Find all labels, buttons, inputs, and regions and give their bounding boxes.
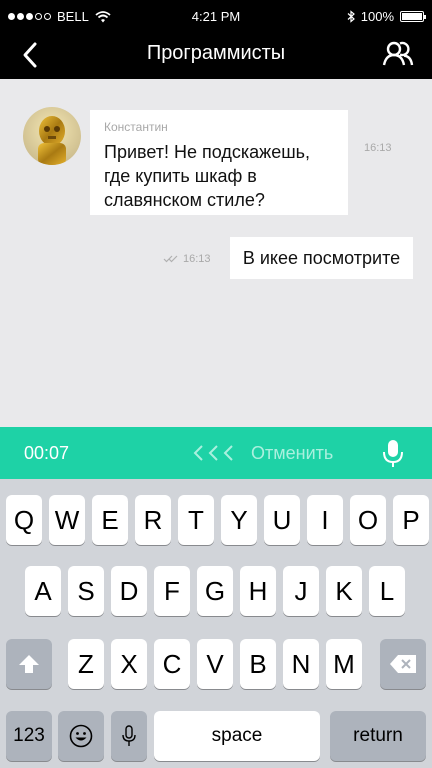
key-n[interactable]: N <box>283 639 319 689</box>
key-h[interactable]: H <box>240 566 276 616</box>
battery-percentage: 100% <box>360 9 394 24</box>
key-d[interactable]: D <box>111 566 147 616</box>
recording-timer: 00:07 <box>24 443 70 463</box>
key-o[interactable]: O <box>350 495 386 545</box>
microphone-icon[interactable] <box>382 439 404 469</box>
shift-key[interactable] <box>6 639 52 689</box>
backspace-key[interactable] <box>380 639 426 689</box>
voice-recorder-bar: 00:07 Отменить <box>0 427 432 479</box>
backspace-icon <box>390 655 416 673</box>
key-v[interactable]: V <box>197 639 233 689</box>
battery-icon <box>400 11 426 22</box>
emoji-key[interactable] <box>58 711 104 761</box>
key-r[interactable]: R <box>135 495 171 545</box>
outgoing-message-meta: 16:13 <box>163 253 211 265</box>
page-title: Программисты <box>146 42 286 64</box>
nav-bar: Программисты <box>0 32 432 79</box>
key-m[interactable]: M <box>326 639 362 689</box>
key-y[interactable]: Y <box>221 495 257 545</box>
group-members-button[interactable] <box>382 38 414 70</box>
key-k[interactable]: K <box>326 566 362 616</box>
key-c[interactable]: C <box>154 639 190 689</box>
key-l[interactable]: L <box>369 566 405 616</box>
double-check-icon <box>163 255 178 263</box>
key-e[interactable]: E <box>92 495 128 545</box>
numbers-key[interactable]: 123 <box>6 711 52 761</box>
message-time: 16:13 <box>183 253 211 265</box>
key-a[interactable]: A <box>25 566 61 616</box>
key-b[interactable]: B <box>240 639 276 689</box>
key-j[interactable]: J <box>283 566 319 616</box>
key-u[interactable]: U <box>264 495 300 545</box>
message-author: Константин <box>104 120 168 134</box>
status-bar: BELL 4:21 PM 100% <box>0 0 432 32</box>
key-p[interactable]: P <box>393 495 429 545</box>
key-z[interactable]: Z <box>68 639 104 689</box>
key-w[interactable]: W <box>49 495 85 545</box>
return-key[interactable]: return <box>330 711 426 761</box>
message-time: 16:13 <box>364 142 392 154</box>
chat-area[interactable]: Константин Привет! Не подскажешь, где ку… <box>0 79 432 427</box>
key-x[interactable]: X <box>111 639 147 689</box>
cancel-recording-button[interactable]: Отменить <box>251 443 333 464</box>
status-right: 100% <box>347 9 426 24</box>
microphone-icon <box>122 725 136 746</box>
key-q[interactable]: Q <box>6 495 42 545</box>
emoji-icon <box>69 724 93 748</box>
key-f[interactable]: F <box>154 566 190 616</box>
people-icon <box>382 41 414 66</box>
key-t[interactable]: T <box>178 495 214 545</box>
avatar[interactable] <box>23 107 81 165</box>
key-i[interactable]: I <box>307 495 343 545</box>
shift-arrow-icon <box>19 655 39 673</box>
message-text: Привет! Не подскажешь, где купить шкаф в… <box>104 142 311 210</box>
incoming-message[interactable]: Константин Привет! Не подскажешь, где ку… <box>90 110 348 215</box>
dictation-key[interactable] <box>111 711 147 761</box>
keyboard: Q W E R T Y U I O P A S D F G H J K L Z … <box>0 479 432 768</box>
bluetooth-icon <box>347 10 355 23</box>
key-g[interactable]: G <box>197 566 233 616</box>
slide-left-icon <box>193 445 233 461</box>
outgoing-message[interactable]: В икее посмотрите <box>230 237 413 279</box>
space-key[interactable]: space <box>154 711 320 761</box>
key-s[interactable]: S <box>68 566 104 616</box>
